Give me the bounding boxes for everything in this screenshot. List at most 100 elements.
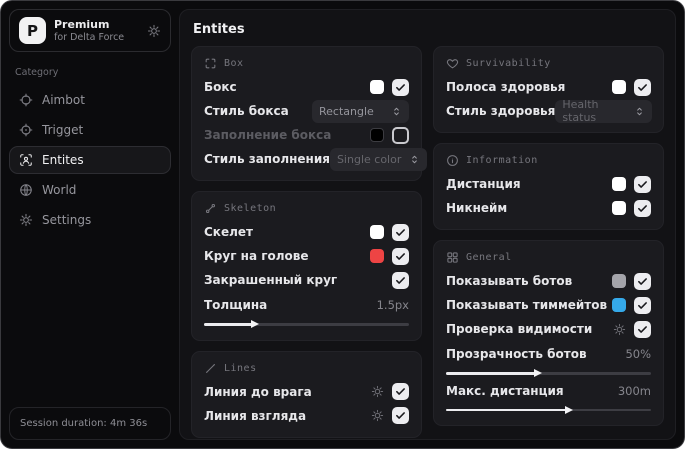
left-column: Box Бокс Стиль бокса Rectangle Заполнени… [191, 46, 427, 438]
app-window: P Premium for Delta Force Category Aimbo… [0, 0, 685, 449]
setting-label: Стиль бокса [204, 104, 289, 118]
card-box-header: Box [204, 57, 409, 70]
brand-subtitle: for Delta Force [54, 32, 125, 43]
card-general-header: General [446, 251, 651, 264]
setting-label: Дистанция [446, 177, 521, 191]
setting-row-show-teammates: Показывать тиммейтов [446, 293, 651, 317]
bone-icon [204, 202, 217, 215]
checkbox-checked[interactable] [634, 175, 651, 193]
brand-settings-gear-icon[interactable] [147, 24, 161, 38]
brand-title: Premium [54, 18, 110, 31]
setting-label: Показывать ботов [446, 274, 573, 288]
checkbox-checked[interactable] [392, 223, 409, 241]
setting-row-fill-style: Стиль заполнения Single color [204, 147, 427, 171]
checkbox-checked[interactable] [634, 296, 651, 314]
chevrons-up-down-icon [409, 154, 420, 165]
setting-row-box-style: Стиль бокса Rectangle [204, 99, 409, 123]
setting-label: Толщина [204, 298, 268, 312]
trigger-crosshair-icon [19, 123, 33, 137]
slider-thumb[interactable] [251, 320, 260, 329]
setting-row-visibility-check: Проверка видимости [446, 317, 651, 341]
person-scan-icon [19, 153, 33, 167]
color-swatch[interactable] [612, 274, 626, 288]
checkbox-checked[interactable] [392, 383, 409, 400]
color-swatch[interactable] [370, 249, 384, 263]
color-swatch[interactable] [612, 80, 626, 94]
checkbox-checked[interactable] [634, 272, 651, 290]
setting-row-view-line: Линия взгляда [204, 404, 409, 428]
fill-style-dropdown[interactable]: Single color [329, 147, 427, 171]
brand-text: Premium for Delta Force [54, 18, 139, 43]
card-title: Survivability [466, 58, 551, 69]
dropdown-value: Rectangle [319, 104, 374, 118]
card-title: Box [224, 58, 244, 69]
row-settings-gear-icon[interactable] [613, 323, 626, 336]
sidebar-item-trigget[interactable]: Trigget [9, 116, 171, 144]
box-icon [204, 57, 217, 70]
box-style-dropdown[interactable]: Rectangle [312, 99, 409, 123]
color-swatch[interactable] [612, 298, 626, 312]
setting-row-boks: Бокс [204, 75, 409, 99]
card-title: General [466, 252, 512, 263]
sidebar-item-world[interactable]: World [9, 176, 171, 204]
info-icon [446, 154, 459, 167]
checkbox-checked[interactable] [392, 407, 409, 424]
session-duration-text: Session duration: 4m 36s [20, 418, 148, 429]
card-box: Box Бокс Стиль бокса Rectangle Заполнени… [191, 46, 427, 181]
card-skeleton-header: Skeleton [204, 202, 409, 215]
bot-opacity-slider[interactable] [446, 369, 651, 378]
card-information-header: Information [446, 154, 651, 167]
sidebar-item-entites[interactable]: Entites [9, 146, 171, 174]
card-general: General Показывать ботов Показывать тимм… [433, 240, 664, 426]
thickness-slider[interactable] [204, 320, 409, 329]
card-lines: Lines Линия до врага Линия взгляда [191, 350, 422, 438]
setting-label: Никнейм [446, 201, 508, 215]
grid-icon [446, 251, 459, 264]
checkbox-checked[interactable] [392, 247, 409, 265]
color-swatch[interactable] [612, 177, 626, 191]
setting-row-enemy-line: Линия до врага [204, 380, 409, 404]
slider-value: 300m [617, 383, 651, 398]
color-swatch[interactable] [370, 225, 384, 239]
checkbox-unchecked[interactable] [392, 126, 409, 144]
slider-thumb[interactable] [565, 405, 573, 414]
checkbox-checked[interactable] [392, 78, 409, 96]
setting-label: Стиль здоровья [446, 104, 556, 118]
setting-row-skeleton: Скелет [204, 220, 409, 244]
dropdown-value: Health status [562, 98, 599, 124]
max-distance-slider[interactable] [446, 405, 651, 414]
line-icon [204, 362, 217, 375]
color-swatch[interactable] [612, 201, 626, 215]
category-label: Category [15, 67, 59, 78]
sidebar-item-label: Aimbot [42, 93, 85, 107]
crosshair-icon [19, 93, 33, 107]
setting-row-box-fill: Заполнение бокса [204, 123, 409, 147]
sidebar-item-settings[interactable]: Settings [9, 206, 171, 234]
row-settings-gear-icon[interactable] [371, 409, 384, 422]
checkbox-checked[interactable] [634, 78, 651, 96]
color-swatch[interactable] [370, 128, 384, 142]
checkbox-checked[interactable] [634, 199, 651, 217]
setting-label: Полоса здоровья [446, 80, 566, 94]
checkbox-checked[interactable] [634, 320, 651, 338]
row-settings-gear-icon[interactable] [371, 385, 384, 398]
health-style-dropdown[interactable]: Health status [555, 98, 653, 124]
setting-label: Круг на голове [204, 249, 309, 263]
sidebar-item-label: Trigget [42, 123, 84, 137]
card-title: Skeleton [224, 203, 277, 214]
setting-row-nickname: Никнейм [446, 196, 651, 220]
color-swatch[interactable] [370, 80, 384, 94]
slider-value: 50% [625, 347, 651, 361]
setting-label: Стиль заполнения [204, 152, 330, 166]
setting-label: Линия до врага [204, 384, 312, 399]
setting-label: Показывать тиммейтов [446, 298, 608, 312]
chevrons-up-down-icon [391, 106, 402, 117]
setting-label: Закрашенный круг [204, 273, 338, 287]
heart-icon [446, 57, 459, 70]
checkbox-checked[interactable] [392, 271, 409, 289]
setting-label: Заполнение бокса [204, 128, 332, 142]
page-title: Entites [193, 22, 245, 37]
slider-thumb[interactable] [534, 369, 543, 378]
sidebar-item-label: Settings [42, 213, 92, 227]
sidebar-item-aimbot[interactable]: Aimbot [9, 86, 171, 114]
